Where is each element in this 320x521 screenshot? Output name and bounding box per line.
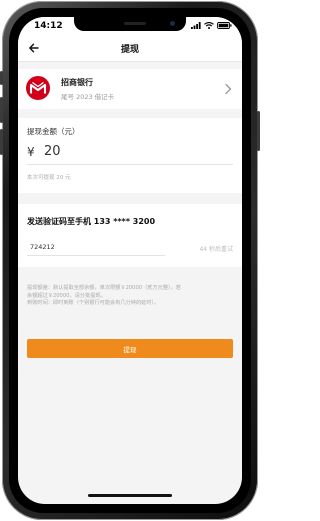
notch [74, 17, 186, 31]
wifi-icon [204, 22, 214, 29]
speaker-grill [124, 22, 146, 25]
screen: 14:12 提现 招商银行 尾号 2023 借记卡 提现金额（元） ¥ 20 本… [18, 17, 242, 504]
currency-symbol: ¥ [27, 145, 35, 159]
bank-name: 招商银行 [61, 78, 93, 87]
withdrawal-notes: 提现额度：默认提取全部余额，单次限额￥20000（贰万元整），若 余额超过￥20… [27, 285, 232, 308]
nav-bar: 提现 [18, 35, 242, 62]
withdraw-button[interactable]: 提现 [27, 339, 233, 358]
notes-line-limit: 提现额度：默认提取全部余额，单次限额￥20000（贰万元整），若 [27, 285, 181, 291]
battery-icon [217, 22, 232, 29]
verification-title: 发送验证码至手机 133 **** 3200 [27, 217, 156, 226]
amount-label: 提现金额（元） [27, 127, 80, 136]
resend-countdown: 44 秒后重试 [199, 246, 233, 253]
front-camera [170, 21, 175, 26]
status-icons [191, 22, 232, 29]
power-button [257, 111, 260, 151]
notes-line-limit-cont: 余额超过￥20000，请分批提现。 [27, 292, 106, 299]
amount-section: 提现金额（元） ¥ 20 本次可提现 20 元 [18, 118, 242, 193]
bank-account-info: 尾号 2023 借记卡 [61, 93, 115, 101]
volume-up-button [0, 97, 3, 123]
mute-switch [0, 71, 3, 85]
available-amount-hint: 本次可提现 20 元 [27, 175, 71, 181]
verification-code-input[interactable] [27, 239, 165, 256]
amount-input-row[interactable]: ¥ 20 [27, 142, 233, 165]
bank-logo-icon [26, 76, 50, 100]
status-bar: 14:12 [18, 17, 242, 35]
home-indicator[interactable] [88, 494, 172, 497]
signal-icon [191, 22, 201, 29]
status-time: 14:12 [34, 21, 63, 31]
verification-section: 发送验证码至手机 133 **** 3200 44 秒后重试 [18, 204, 242, 267]
volume-down-button [0, 129, 3, 155]
chevron-right-icon [225, 83, 232, 95]
page-title: 提现 [120, 45, 139, 55]
notes-line-arrival: 到账时间：即时到账（个别银行可能会有几分钟的延时）。 [27, 300, 160, 306]
bezel: 14:12 提现 招商银行 尾号 2023 借记卡 提现金额（元） ¥ 20 本… [9, 8, 251, 513]
bank-card-selector[interactable]: 招商银行 尾号 2023 借记卡 [18, 69, 242, 109]
phone-frame: 14:12 提现 招商银行 尾号 2023 借记卡 提现金额（元） ¥ 20 本… [0, 1, 260, 520]
amount-input[interactable]: 20 [44, 144, 61, 159]
